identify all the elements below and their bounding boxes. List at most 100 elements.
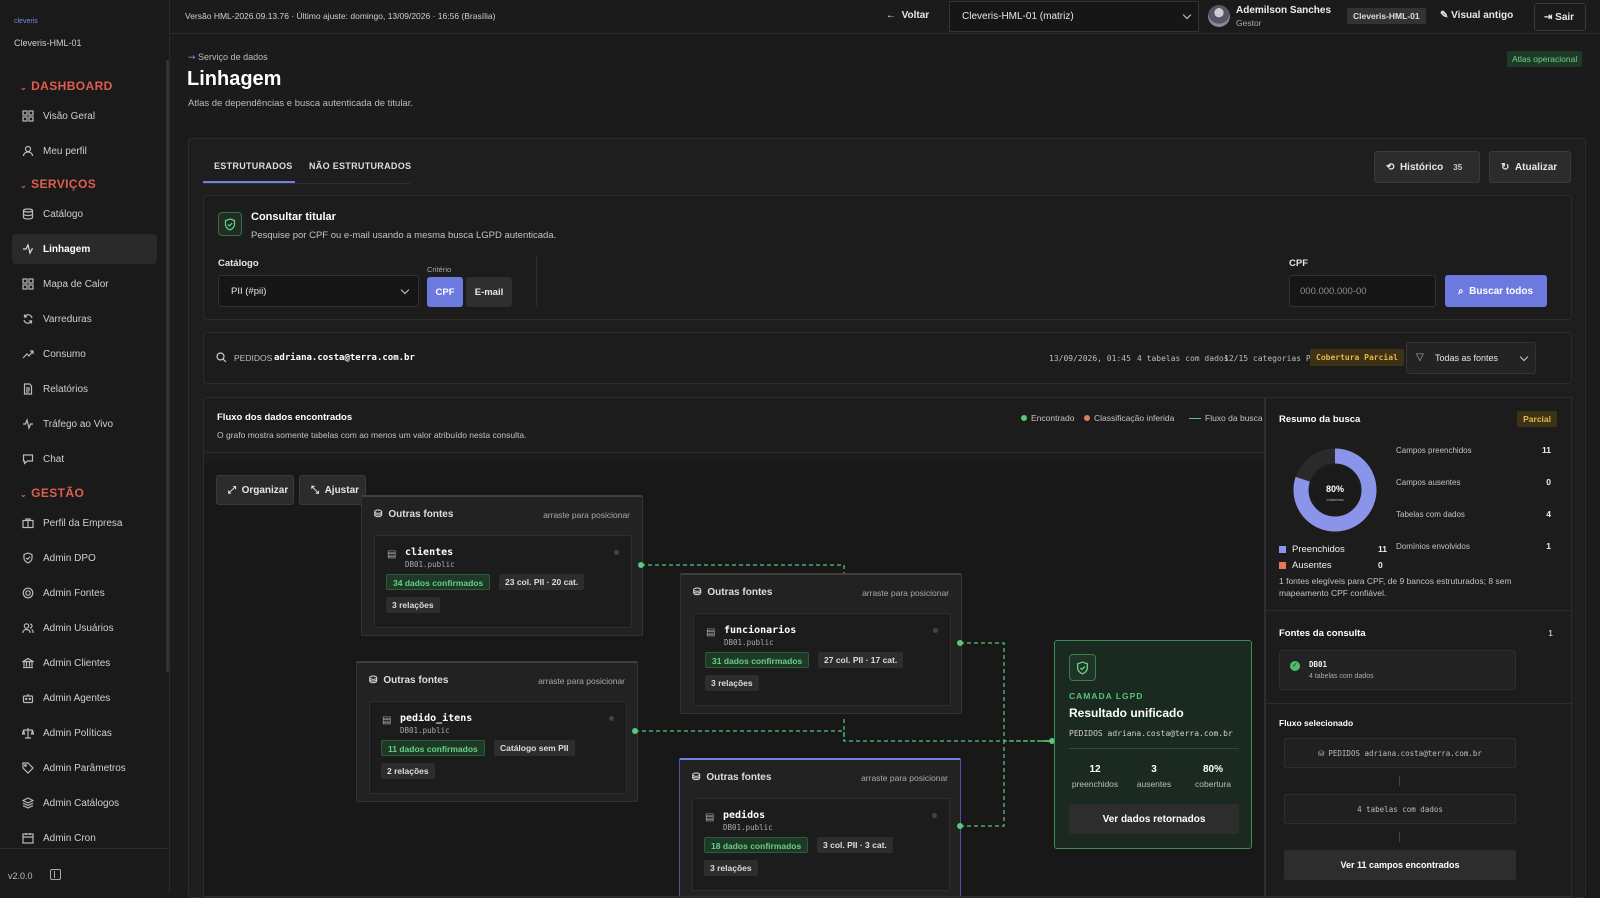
table-schema: DB01.public (723, 823, 773, 832)
donut-label: cobertura (1327, 497, 1345, 502)
view-fields-button[interactable]: Ver 11 campos encontrados (1284, 850, 1516, 880)
sidebar-item-admin-politicas[interactable]: Admin Políticas (12, 718, 157, 748)
table-icon: ▤ (706, 627, 716, 638)
sidebar-item-catalogo[interactable]: Catálogo (12, 199, 157, 229)
search-all-button[interactable]: ⌕ Buscar todos (1445, 275, 1547, 307)
divider (1266, 610, 1571, 611)
result-query: PEDIDOS adriana.costa@terra.com.br (1069, 729, 1233, 738)
sidebar-item-admin-catalogos[interactable]: Admin Catálogos (12, 788, 157, 818)
table-name: clientes (405, 547, 454, 558)
connector-dot-icon[interactable] (957, 823, 963, 829)
section-gestao[interactable]: ⌄ GESTÃO (20, 486, 84, 500)
sidebar-item-admin-parametros[interactable]: Admin Parâmetros (12, 753, 157, 783)
sidebar-item-perfil-empresa[interactable]: Perfil da Empresa (12, 508, 157, 538)
drag-hint: arraste para posicionar (861, 773, 948, 783)
shield-icon (1069, 654, 1096, 681)
breadcrumb[interactable]: ⇝ Serviço de dados (188, 52, 268, 63)
sidebar-item-trafego[interactable]: Tráfego ao Vivo (12, 409, 157, 439)
selected-flow-query: ⛁ PEDIDOS adriana.costa@terra.com.br (1284, 738, 1516, 768)
sidebar-item-chat[interactable]: Chat (12, 444, 157, 474)
sidebar-item-admin-agentes[interactable]: Admin Agentes (12, 683, 157, 713)
edge-clientes (641, 564, 845, 573)
search-icon: ⌕ (1458, 285, 1470, 297)
criteria-email-toggle[interactable]: E-mail (466, 277, 512, 307)
stat-coverage-value: 80% (1202, 764, 1223, 775)
search-all-label: Buscar todos (1469, 285, 1534, 297)
sidebar-item-relatorios[interactable]: Relatórios (12, 374, 157, 404)
table-node-pedido-itens[interactable]: ⛁ Outras fontes arraste para posicionar ▤… (356, 661, 638, 802)
version-info: Versão HML-2026.09.13.76 · Último ajuste… (185, 11, 496, 21)
sidebar-item-mapa-de-calor[interactable]: Mapa de Calor (12, 269, 157, 299)
sidebar-item-admin-fontes[interactable]: Admin Fontes (12, 578, 157, 608)
legacy-view-button[interactable]: ✎ Visual antigo (1440, 10, 1513, 21)
absent-swatch-icon (1279, 562, 1286, 569)
sidebar-item-label: Tráfego ao Vivo (43, 418, 114, 430)
connector-dot-icon[interactable] (957, 640, 963, 646)
sidebar-item-label: Admin Políticas (43, 727, 112, 739)
back-button[interactable]: ← Voltar (886, 10, 929, 21)
sidebar-scrollbar[interactable] (166, 60, 169, 672)
node-source-label: Outras fontes (706, 772, 772, 783)
source-name: DB01 (1309, 660, 1328, 669)
organize-button[interactable]: ⤢ Organizar (216, 475, 294, 505)
database-icon: ⛁ (693, 587, 702, 598)
sidebar-item-label: Admin Cron (43, 832, 96, 844)
criteria-label: Critério (427, 265, 452, 274)
catalog-select[interactable]: PII (#pii) (218, 275, 419, 307)
view-returned-data-button[interactable]: Ver dados retornados (1069, 804, 1239, 834)
sidebar-item-admin-usuarios[interactable]: Admin Usuários (12, 613, 157, 643)
sidebar-item-varreduras[interactable]: Varreduras (12, 304, 157, 334)
section-gestao-label: GESTÃO (31, 486, 85, 500)
unified-result-node[interactable]: CAMADA LGPD Resultado unificado PEDIDOS … (1054, 640, 1252, 849)
source-card-db01[interactable]: ✓ DB01 4 tabelas com dados (1279, 650, 1516, 690)
flow-canvas[interactable]: ⤢ Organizar ⤡ Ajustar ⛁ Outras fontes arr… (204, 463, 1264, 896)
tab-nao-estruturados[interactable]: NÃO ESTRUTURADOS (309, 161, 411, 171)
connector-dot-icon[interactable] (632, 728, 638, 734)
consult-panel: Consultar titular Pesquise por CPF ou e-… (203, 195, 1572, 320)
sidebar-item-visao-geral[interactable]: Visão Geral (12, 101, 157, 131)
relations-badge: 3 relações (705, 675, 759, 691)
stat-absent-label: ausentes (1136, 779, 1172, 789)
target-icon (21, 586, 35, 600)
environment-select[interactable]: Cleveris-HML-01 (matriz) (949, 1, 1199, 32)
collapse-sidebar-icon[interactable] (50, 869, 61, 880)
sidebar-item-admin-dpo[interactable]: Admin DPO (12, 543, 157, 573)
status-dot-icon (614, 550, 619, 555)
drag-hint: arraste para posicionar (862, 588, 949, 598)
expand-icon: ⤡ (311, 484, 325, 496)
refresh-button[interactable]: ↻ Atualizar (1489, 151, 1571, 183)
sidebar-item-linhagem[interactable]: Linhagem (12, 234, 157, 264)
cpf-input[interactable]: 000.000.000-00 (1289, 275, 1436, 307)
tab-estruturados[interactable]: ESTRUTURADOS (214, 161, 293, 171)
criteria-cpf-toggle[interactable]: CPF (427, 277, 463, 307)
chevron-down-icon (1182, 10, 1192, 20)
table-node-pedidos[interactable]: ⛁ Outras fontes arraste para posicionar ▤… (679, 758, 961, 896)
active-tab-indicator (203, 181, 295, 183)
history-button[interactable]: ⟲ Histórico 35 (1374, 151, 1480, 183)
sidebar-item-label: Perfil da Empresa (43, 517, 123, 529)
connector-dot-icon[interactable] (638, 562, 644, 568)
logout-button[interactable]: ⇥ Sair (1534, 3, 1586, 31)
source-filter-select[interactable]: ▽ Todas as fontes (1406, 342, 1536, 374)
sidebar-item-admin-clientes[interactable]: Admin Clientes (12, 648, 157, 678)
adjust-button[interactable]: ⤡ Ajustar (299, 475, 366, 505)
avatar[interactable] (1208, 5, 1230, 27)
section-dashboard[interactable]: ⌄ DASHBOARD (20, 79, 113, 93)
adjust-label: Ajustar (324, 484, 360, 496)
legend-absent: Ausentes (1279, 560, 1332, 571)
summary-row-label: Tabelas com dados (1396, 510, 1465, 519)
table-node-funcionarios[interactable]: ⛁ Outras fontes arraste para posicionar ▤… (680, 573, 962, 714)
node-source-label: Outras fontes (388, 509, 454, 520)
summary-note: 1 fontes elegíveis para CPF, de 9 bancos… (1279, 576, 1512, 598)
relations-badge: 3 relações (704, 860, 758, 876)
sidebar-item-consumo[interactable]: Consumo (12, 339, 157, 369)
lineage-card: ESTRUTURADOS NÃO ESTRUTURADOS ⟲ Históric… (188, 138, 1586, 898)
grid-icon (21, 277, 35, 291)
chevron-down-icon (400, 285, 410, 295)
refresh-label: Atualizar (1514, 161, 1558, 173)
relations-badge: 2 relações (381, 763, 435, 779)
section-servicos[interactable]: ⌄ SERVIÇOS (20, 177, 96, 191)
history-label: Histórico (1399, 161, 1444, 173)
sidebar-item-meu-perfil[interactable]: Meu perfil (12, 136, 157, 166)
table-node-clientes[interactable]: ⛁ Outras fontes arraste para posicionar ▤… (361, 495, 643, 636)
